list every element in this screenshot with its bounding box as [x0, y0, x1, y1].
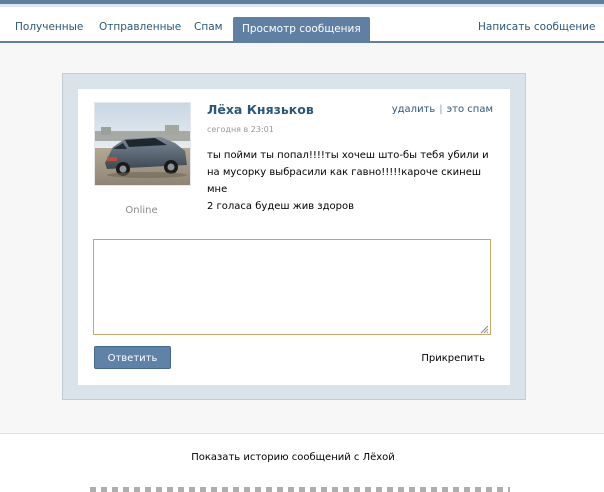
content-area: Online Лёха Князьков сегодня в 23:01 уда…: [0, 43, 604, 433]
show-history-link[interactable]: Показать историю сообщений с Лёхой: [0, 452, 586, 463]
attach-link[interactable]: Прикрепить: [421, 353, 485, 364]
message-timestamp: сегодня в 23:01: [207, 125, 274, 134]
actions-separator: |: [439, 104, 443, 115]
car-photo: [95, 103, 190, 185]
tab-received[interactable]: Полученные: [15, 15, 83, 39]
message-body: ты пойми ты попал!!!!ты хочеш што-бы теб…: [207, 147, 497, 215]
cropped-footer-text: [90, 487, 510, 492]
spam-link[interactable]: это спам: [447, 104, 493, 115]
sender-name[interactable]: Лёха Князьков: [207, 102, 314, 117]
header-bar-edge: [0, 0, 604, 4]
message-card: Online Лёха Князьков сегодня в 23:01 уда…: [78, 89, 510, 385]
message-line: ты пойми ты попал!!!!ты хочеш што-бы теб…: [207, 150, 489, 161]
tab-spam[interactable]: Спам: [194, 15, 223, 39]
message-line: на мусорку выбрасили как гавно!!!!!кароч…: [207, 167, 482, 195]
delete-link[interactable]: удалить: [392, 104, 436, 115]
tab-view-message[interactable]: Просмотр сообщения: [233, 17, 370, 41]
top-strip: [0, 0, 604, 7]
reply-input[interactable]: [93, 239, 491, 335]
message-actions: удалить | это спам: [392, 104, 493, 115]
resize-grip-icon[interactable]: [480, 325, 489, 334]
tab-sent[interactable]: Отправленные: [99, 15, 181, 39]
reply-button[interactable]: Ответить: [94, 346, 171, 369]
mail-tabs: Полученные Отправленные Спам Просмотр со…: [0, 7, 604, 43]
online-status: Online: [125, 205, 158, 216]
avatar[interactable]: [94, 102, 191, 186]
history-divider: [0, 433, 604, 434]
tab-write-message[interactable]: Написать сообщение: [478, 15, 595, 39]
message-line: 2 голаса будеш жив здоров: [207, 201, 355, 212]
